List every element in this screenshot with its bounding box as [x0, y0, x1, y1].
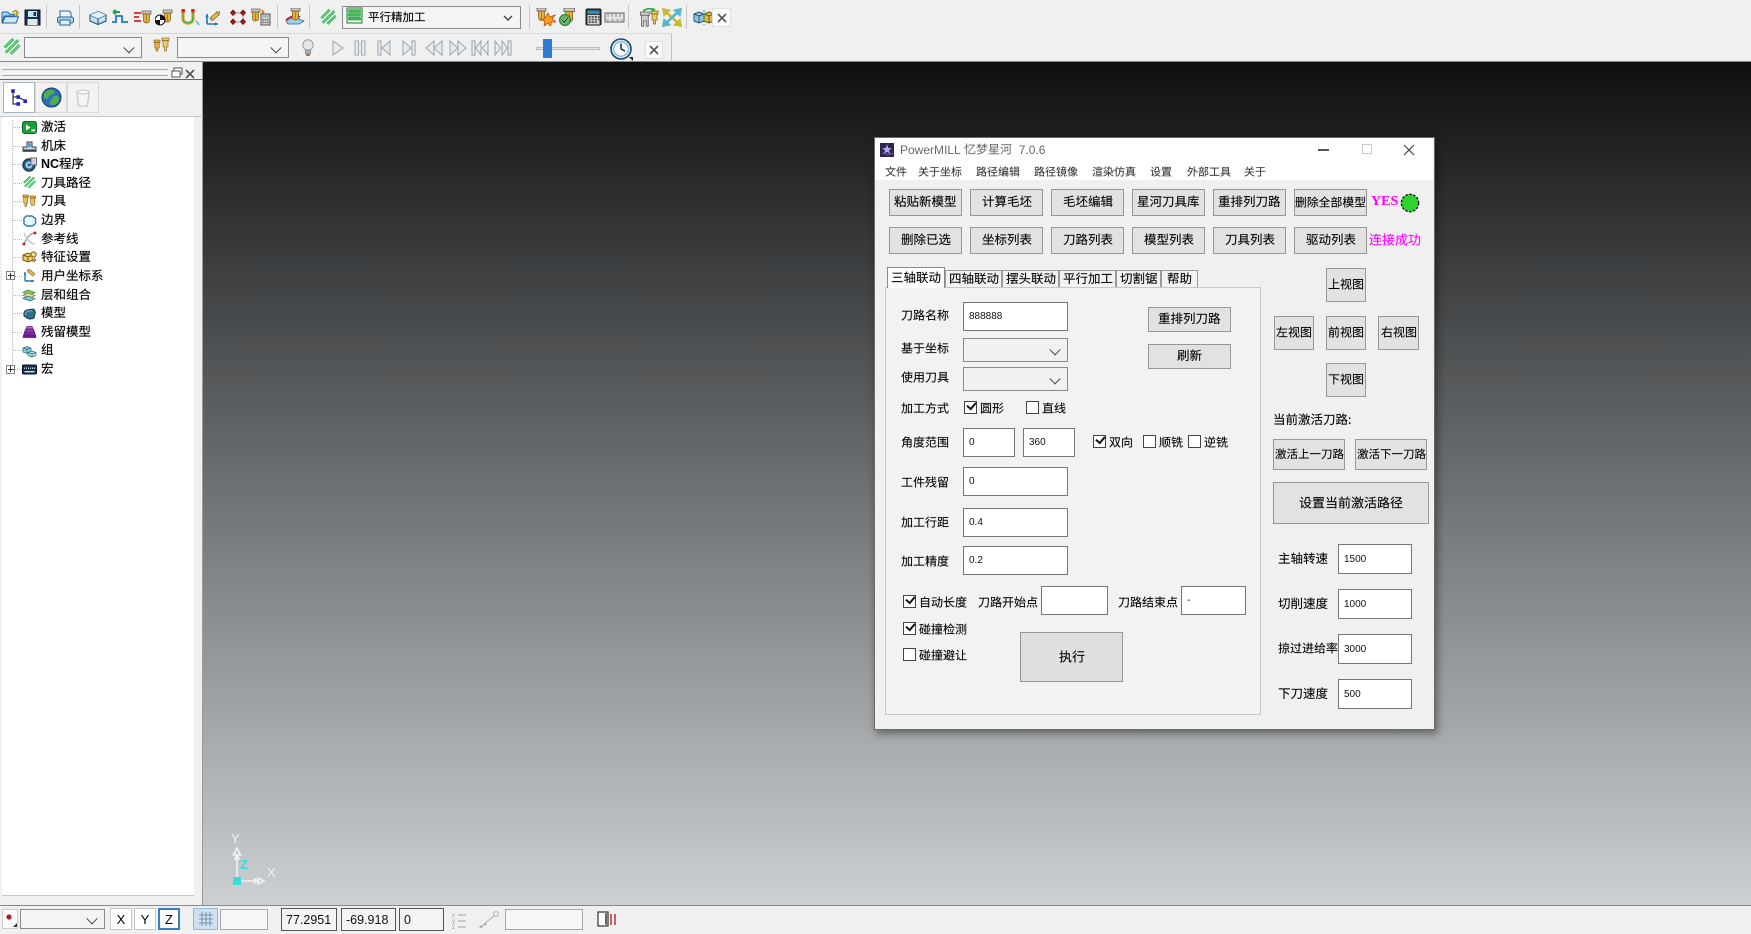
svg-text:Y: Y — [231, 831, 240, 846]
svg-text:z: z — [452, 925, 455, 929]
svg-text:Z: Z — [240, 857, 248, 872]
svg-text:X: X — [267, 865, 276, 880]
